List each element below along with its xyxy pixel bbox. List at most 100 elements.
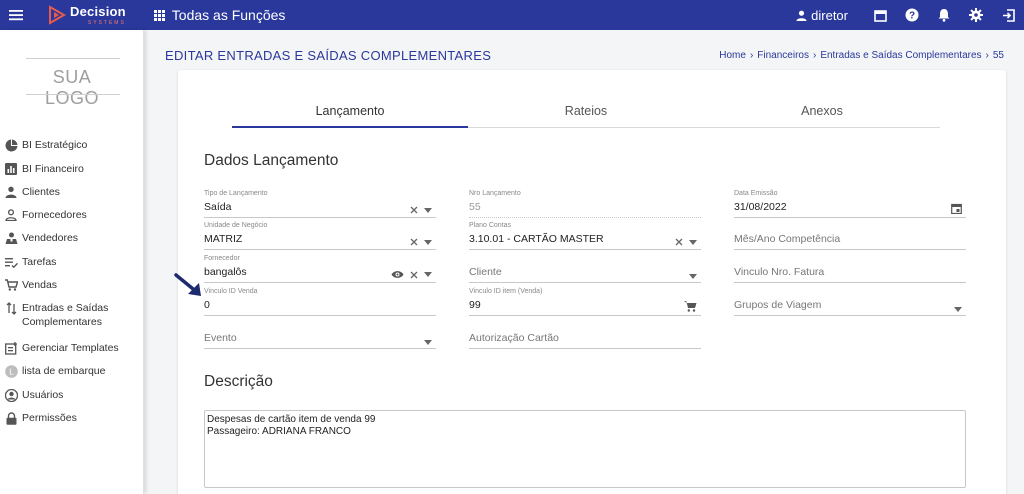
- fornecedor-select[interactable]: Fornecedor bangalôs: [204, 255, 436, 283]
- help-icon[interactable]: ?: [896, 0, 928, 30]
- menu-icon[interactable]: [3, 0, 29, 30]
- breadcrumb-separator: ›: [749, 50, 754, 61]
- tab-anexos[interactable]: Anexos: [704, 100, 940, 127]
- calendar-icon[interactable]: [864, 0, 896, 30]
- sidebar-item-label: Fornecedores: [22, 209, 87, 221]
- logo-divider-top: [26, 58, 120, 59]
- vinculo-id-item-field[interactable]: Vinculo ID item (Venda) 99: [469, 288, 701, 316]
- dropdown-arrow-icon[interactable]: [954, 307, 962, 312]
- calendar-icon[interactable]: [951, 203, 962, 214]
- cliente-select[interactable]: Cliente: [469, 255, 701, 283]
- person-icon: [796, 10, 807, 21]
- data-emissao-field[interactable]: Data Emissão 31/08/2022: [734, 190, 966, 218]
- letter-l-icon: L: [4, 364, 18, 378]
- field-label: Vinculo ID Venda: [204, 288, 258, 295]
- sidebar-item-lista-embarque[interactable]: L lista de embarque: [0, 364, 144, 388]
- breadcrumb-financeiros[interactable]: Financeiros: [757, 50, 809, 61]
- breadcrumb-separator: ›: [985, 50, 989, 61]
- task-list-icon: [4, 255, 18, 269]
- user-name: diretor: [811, 7, 848, 23]
- sidebar-item-vendedores[interactable]: Vendedores: [0, 231, 144, 255]
- sidebar-item-bi-financeiro[interactable]: BI Financeiro: [0, 162, 144, 185]
- field-value: MATRIZ: [204, 233, 243, 245]
- svg-text:L: L: [9, 367, 14, 376]
- sidebar-item-fornecedores[interactable]: Fornecedores: [0, 208, 144, 231]
- field-label: Data Emissão: [734, 190, 778, 197]
- field-value: 55: [469, 201, 481, 213]
- template-icon: [4, 341, 18, 355]
- app-logo[interactable]: Decision SYSTEMS: [47, 0, 126, 30]
- field-label: Fornecedor: [204, 255, 240, 262]
- evento-select[interactable]: Evento: [204, 321, 436, 349]
- company-logo: SUA LOGO: [44, 67, 99, 108]
- cart-icon[interactable]: [684, 300, 697, 312]
- sidebar-item-gerenciar-templates[interactable]: Gerenciar Templates: [0, 341, 144, 364]
- dropdown-arrow-icon[interactable]: [424, 272, 432, 277]
- field-placeholder: Autorização Cartão: [469, 332, 559, 344]
- field-value: bangalôs: [204, 266, 247, 278]
- dropdown-arrow-icon[interactable]: [424, 239, 432, 245]
- sidebar-item-clientes[interactable]: Clientes: [0, 185, 144, 208]
- clear-icon[interactable]: [410, 206, 418, 214]
- vinculo-fatura-field[interactable]: Vinculo Nro. Fatura: [734, 255, 966, 283]
- clear-icon[interactable]: [410, 238, 418, 246]
- person-icon: [4, 185, 18, 199]
- nro-lancamento-field: Nro Lançamento 55: [469, 190, 701, 218]
- sidebar-item-usuarios[interactable]: Usuários: [0, 388, 144, 411]
- field-placeholder: Evento: [204, 332, 237, 344]
- breadcrumb-home[interactable]: Home: [719, 50, 746, 61]
- sidebar-item-label: Vendas: [22, 279, 58, 291]
- field-value: 31/08/2022: [734, 201, 787, 213]
- sidebar-item-vendas[interactable]: Vendas: [0, 278, 144, 301]
- gear-icon[interactable]: [960, 0, 992, 30]
- sidebar-item-label-line1: Entradas e Saídas: [22, 302, 109, 314]
- tab-lancamento[interactable]: Lançamento: [232, 100, 468, 128]
- eye-icon[interactable]: [391, 270, 404, 279]
- sidebar-item-label: Permissões: [22, 412, 77, 424]
- user-menu[interactable]: diretor: [796, 8, 848, 23]
- sidebar-item-label: Tarefas: [22, 256, 57, 268]
- logo-mark-icon: [49, 5, 67, 25]
- descricao-textarea[interactable]: Despesas de cartão item de venda 99 Pass…: [204, 410, 966, 488]
- dropdown-arrow-icon[interactable]: [424, 207, 432, 213]
- dropdown-arrow-icon[interactable]: [689, 239, 697, 245]
- top-bar: Decision SYSTEMS Todas as Funções direto…: [0, 0, 1024, 30]
- breadcrumb-entradas-saidas[interactable]: Entradas e Saídas Complementares: [820, 50, 981, 61]
- plano-contas-select[interactable]: Plano Contas 3.10.01 - CARTÃO MASTER: [469, 222, 701, 250]
- breadcrumb-separator: ›: [812, 50, 817, 61]
- clear-icon[interactable]: [675, 238, 683, 246]
- tipo-lancamento-select[interactable]: Tipo de Lançamento Saída: [204, 190, 436, 218]
- field-value: 3.10.01 - CARTÃO MASTER: [469, 233, 604, 245]
- all-functions-label: Todas as Funções: [171, 7, 286, 23]
- dropdown-arrow-icon[interactable]: [424, 340, 432, 345]
- bell-icon[interactable]: [928, 0, 960, 30]
- pie-chart-icon: [4, 138, 18, 152]
- field-value: Saída: [204, 201, 232, 213]
- mes-ano-competencia-field[interactable]: Mês/Ano Competência: [734, 222, 966, 250]
- autorizacao-cartao-field[interactable]: Autorização Cartão: [469, 321, 701, 349]
- sidebar-item-entradas-saidas[interactable]: Entradas e Saídas Complementares: [0, 301, 144, 341]
- vinculo-id-venda-field[interactable]: Vinculo ID Venda 0: [204, 288, 436, 316]
- logo-name: Decision: [70, 4, 126, 19]
- field-value: 99: [469, 299, 481, 311]
- tab-rateios[interactable]: Rateios: [468, 100, 704, 127]
- sidebar-item-label: Usuários: [22, 389, 64, 401]
- sidebar-item-bi-estrategico[interactable]: BI Estratégico: [0, 138, 144, 162]
- svg-text:?: ?: [909, 11, 915, 22]
- sidebar-item-tarefas[interactable]: Tarefas: [0, 255, 144, 278]
- sidebar-item-permissoes[interactable]: Permissões: [0, 411, 144, 434]
- field-label: Plano Contas: [469, 222, 512, 229]
- clear-icon[interactable]: [410, 271, 418, 279]
- page-title: EDITAR ENTRADAS E SAÍDAS COMPLEMENTARES: [165, 48, 492, 63]
- sidebar-item-label: Clientes: [22, 186, 60, 198]
- sidebar-menu: BI Estratégico BI Financeiro Clientes Fo…: [0, 138, 144, 434]
- field-placeholder: Vinculo Nro. Fatura: [734, 266, 825, 278]
- field-placeholder: Cliente: [469, 266, 502, 278]
- grupos-viagem-select[interactable]: Grupos de Viagem: [734, 288, 966, 316]
- dropdown-arrow-icon[interactable]: [689, 274, 697, 279]
- logout-icon[interactable]: [992, 0, 1024, 30]
- unidade-negocio-select[interactable]: Unidade de Negócio MATRIZ: [204, 222, 436, 250]
- grid-icon: [153, 9, 165, 21]
- breadcrumb: Home › Financeiros › Entradas e Saídas Compl…: [717, 50, 1006, 61]
- all-functions-button[interactable]: Todas as Funções: [153, 7, 286, 23]
